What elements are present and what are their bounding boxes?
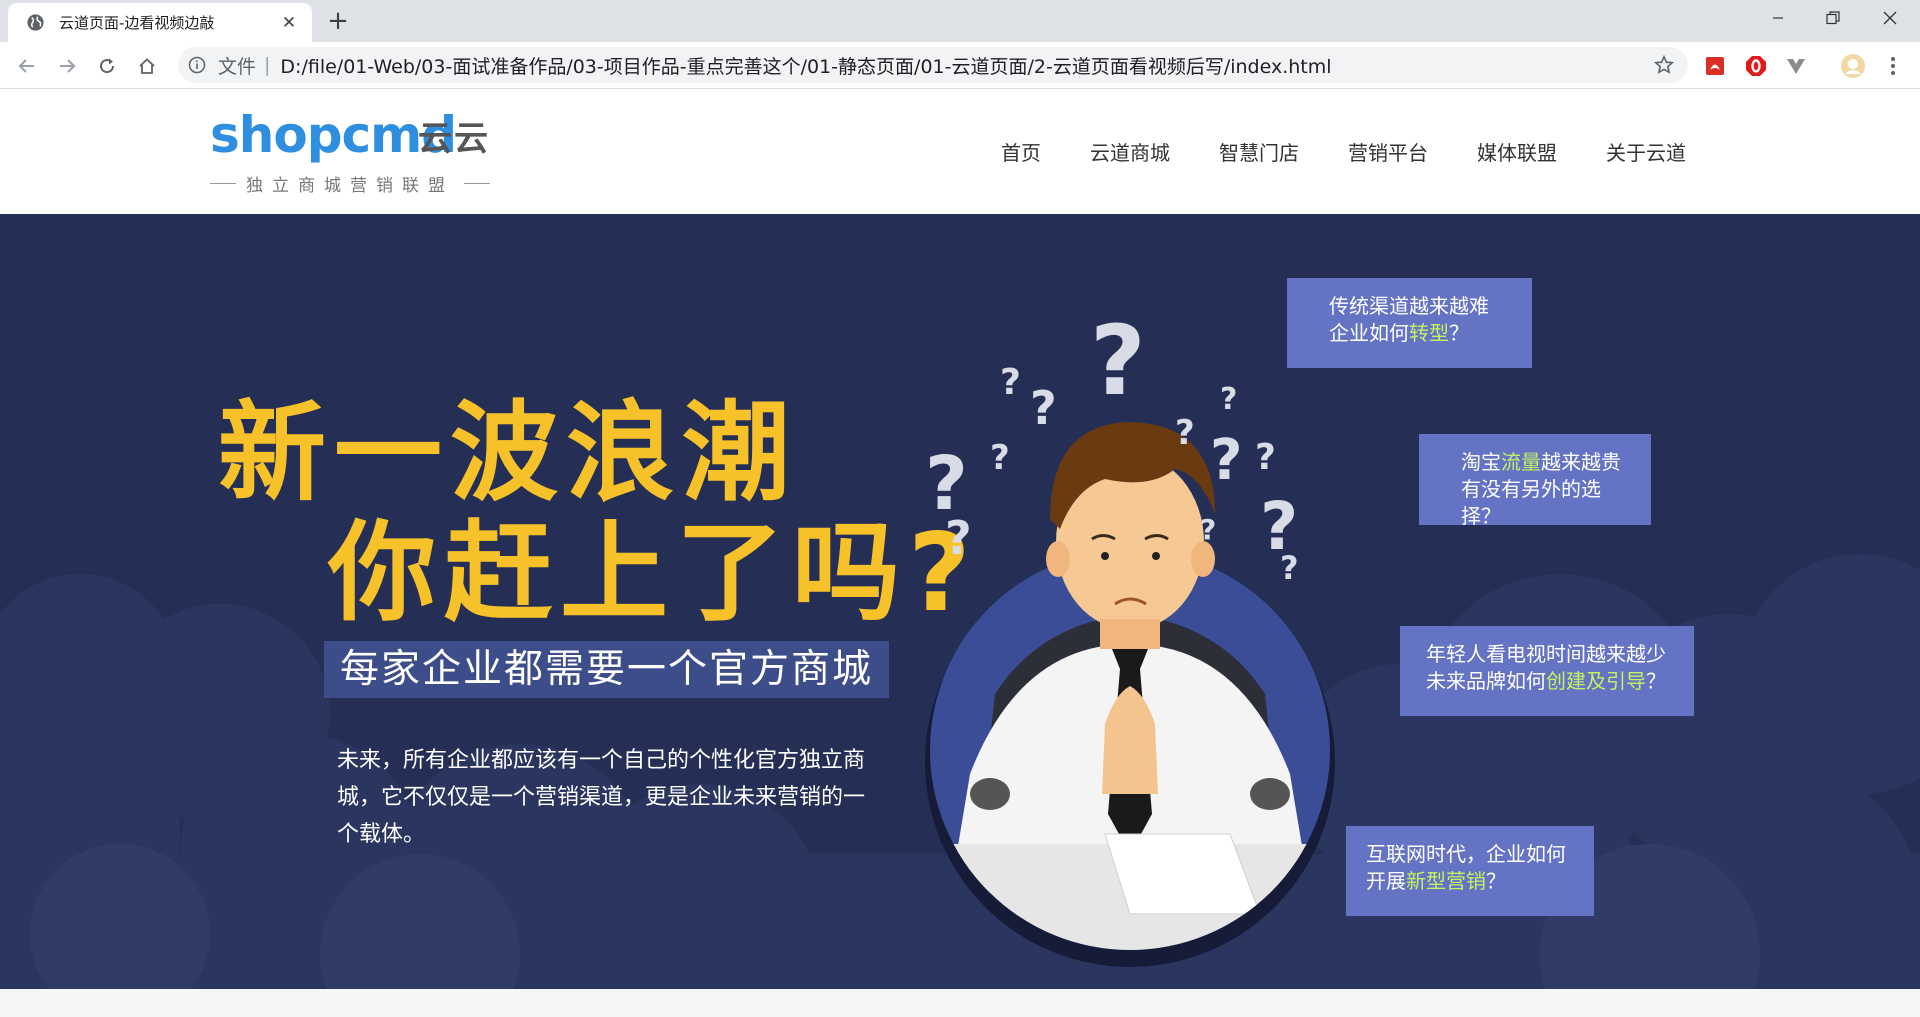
svg-text:?: ? — [1000, 362, 1021, 403]
address-bar[interactable]: 文件 | D:/file/01-Web/03-面试准备作品/03-项目作品-重点… — [178, 47, 1688, 83]
url-text[interactable]: D:/file/01-Web/03-面试准备作品/03-项目作品-重点完善这个/… — [280, 52, 1331, 79]
hero-banner: 新一波浪潮 你赶上了吗? 每家企业都需要一个官方商城 未来，所有企业都应该有一个… — [0, 214, 1920, 989]
svg-text:?: ? — [1175, 413, 1195, 453]
restore-icon[interactable] — [1803, 0, 1863, 36]
nav-mall[interactable]: 云道商城 — [1090, 137, 1170, 166]
question-bubble-1: 传统渠道越来越难 企业如何转型？ — [1287, 278, 1532, 368]
hero-tagline: 每家企业都需要一个官方商城 — [324, 641, 890, 698]
svg-text:?: ? — [1090, 305, 1146, 417]
browser-tabstrip: 云道页面-边看视频边敲 ✕ + — [0, 0, 1920, 42]
url-scheme-label: 文件 — [218, 55, 257, 78]
hero-headline-line1: 新一波浪潮 — [218, 391, 799, 516]
menu-kebab-icon[interactable] — [1880, 53, 1906, 79]
reload-icon[interactable] — [92, 51, 122, 81]
logo-chinese: 云云 — [418, 119, 490, 159]
logo-subtitle-text: 独立商城营销联盟 — [246, 176, 454, 196]
confused-man-illustration: ? ? ? ? ? ? ? ? ? ? ? ? ? — [925, 305, 1335, 967]
site-logo[interactable]: shopcmd 云云 独立商城营销联盟 — [210, 107, 500, 197]
svg-text:?: ? — [990, 438, 1010, 478]
hero-description: 未来，所有企业都应该有一个自己的个性化官方独立商城，它不仅仅是一个营销渠道，更是… — [337, 748, 866, 847]
close-tab-icon[interactable]: ✕ — [278, 12, 300, 34]
svg-text:?: ? — [1220, 382, 1237, 417]
svg-text:?: ? — [945, 511, 972, 565]
hero-headline-line2: 你赶上了吗? — [328, 511, 979, 636]
minimize-icon[interactable] — [1748, 0, 1808, 36]
question-bubble-4: 互联网时代，企业如何 开展新型营销？ — [1346, 826, 1594, 916]
forward-icon[interactable] — [52, 51, 82, 81]
browser-toolbar: 文件 | D:/file/01-Web/03-面试准备作品/03-项目作品-重点… — [0, 42, 1920, 89]
adblock-extension-icon[interactable] — [1743, 53, 1769, 79]
svg-text:?: ? — [1030, 381, 1057, 435]
nav-marketing[interactable]: 营销平台 — [1348, 137, 1428, 166]
globe-icon — [27, 14, 44, 31]
main-nav: 首页 云道商城 智慧门店 营销平台 媒体联盟 关于云道 — [952, 137, 1686, 166]
tab-title: 云道页面-边看视频边敲 — [59, 14, 215, 32]
svg-text:?: ? — [1255, 437, 1276, 478]
vue-extension-icon[interactable] — [1783, 53, 1809, 79]
home-icon[interactable] — [132, 51, 162, 81]
profile-avatar-icon[interactable] — [1840, 53, 1866, 79]
new-tab-icon[interactable]: + — [323, 6, 353, 36]
nav-media[interactable]: 媒体联盟 — [1477, 137, 1557, 166]
nav-home[interactable]: 首页 — [1001, 137, 1041, 166]
bookmark-star-icon[interactable] — [1654, 55, 1674, 75]
question-bubble-3: 年轻人看电视时间越来越少 未来品牌如何创建及引导？ — [1400, 626, 1694, 716]
info-icon[interactable] — [188, 56, 206, 74]
back-icon[interactable] — [12, 51, 42, 81]
nav-smart-store[interactable]: 智慧门店 — [1219, 137, 1299, 166]
browser-tab[interactable]: 云道页面-边看视频边敲 ✕ — [8, 3, 312, 42]
svg-text:?: ? — [1280, 549, 1299, 587]
svg-text:?: ? — [1200, 513, 1216, 546]
close-window-icon[interactable] — [1860, 0, 1920, 36]
svg-text:?: ? — [1210, 428, 1242, 493]
pdf-extension-icon[interactable] — [1702, 53, 1728, 79]
question-bubble-2: 淘宝流量越来越贵 有没有另外的选择？ — [1419, 434, 1651, 528]
url-separator: | — [264, 54, 271, 76]
logo-subtitle: 独立商城营销联盟 — [210, 171, 490, 196]
nav-about[interactable]: 关于云道 — [1606, 137, 1686, 166]
site-header: shopcmd 云云 独立商城营销联盟 首页 云道商城 智慧门店 营销平台 媒体… — [0, 89, 1920, 214]
